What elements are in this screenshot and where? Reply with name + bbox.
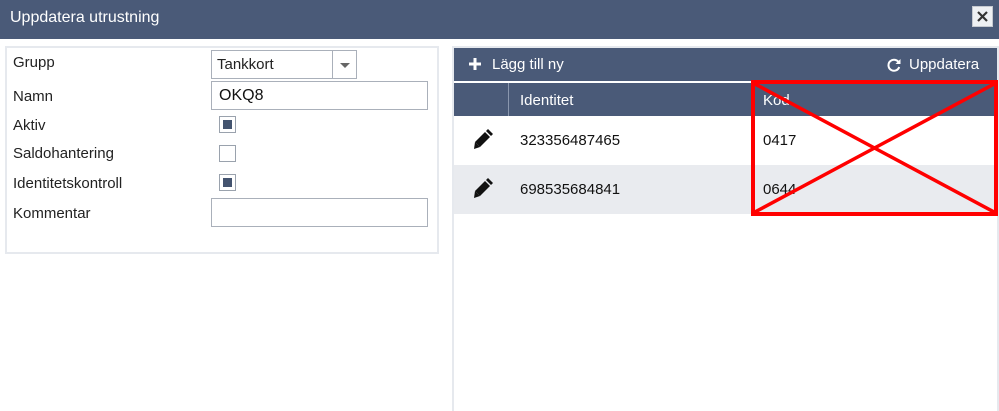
name-label: Namn — [13, 88, 54, 105]
comment-input[interactable] — [211, 198, 428, 227]
column-header-identity[interactable]: Identitet — [520, 83, 573, 116]
refresh-button[interactable]: Uppdatera — [886, 56, 990, 74]
refresh-label: Uppdatera — [909, 56, 980, 73]
column-header-edit — [462, 83, 508, 116]
close-icon — [977, 11, 988, 22]
title-bar: Uppdatera utrustning — [0, 0, 999, 39]
cross-mark — [755, 84, 994, 212]
identity-check-label: Identitetskontroll — [13, 175, 123, 192]
chevron-down-icon[interactable] — [332, 51, 356, 78]
active-checkbox[interactable] — [219, 116, 236, 133]
name-input[interactable] — [211, 81, 428, 110]
pencil-icon[interactable] — [471, 178, 493, 200]
pencil-icon[interactable] — [471, 129, 493, 151]
group-select-value: Tankkort — [217, 56, 274, 73]
identity-check-checkbox[interactable] — [219, 174, 236, 191]
window-title: Uppdatera utrustning — [10, 9, 160, 26]
comment-label: Kommentar — [13, 205, 91, 222]
balance-checkbox[interactable] — [219, 145, 236, 162]
grid-toolbar: Lägg till ny Uppdatera — [454, 48, 997, 81]
equipment-form: Grupp Tankkort Namn Aktiv Saldohantering… — [5, 46, 439, 254]
add-new-label: Lägg till ny — [492, 56, 564, 73]
active-label: Aktiv — [13, 117, 46, 134]
column-divider — [508, 83, 509, 116]
identity-cell: 323356487465 — [520, 132, 621, 149]
refresh-icon — [887, 58, 901, 72]
balance-label: Saldohantering — [13, 145, 114, 162]
group-select[interactable]: Tankkort — [211, 50, 357, 79]
redaction-cross-box — [751, 80, 998, 216]
group-label: Grupp — [13, 54, 55, 71]
plus-icon — [469, 58, 481, 70]
close-button[interactable] — [972, 6, 993, 27]
identity-cell: 698535684841 — [520, 181, 621, 198]
